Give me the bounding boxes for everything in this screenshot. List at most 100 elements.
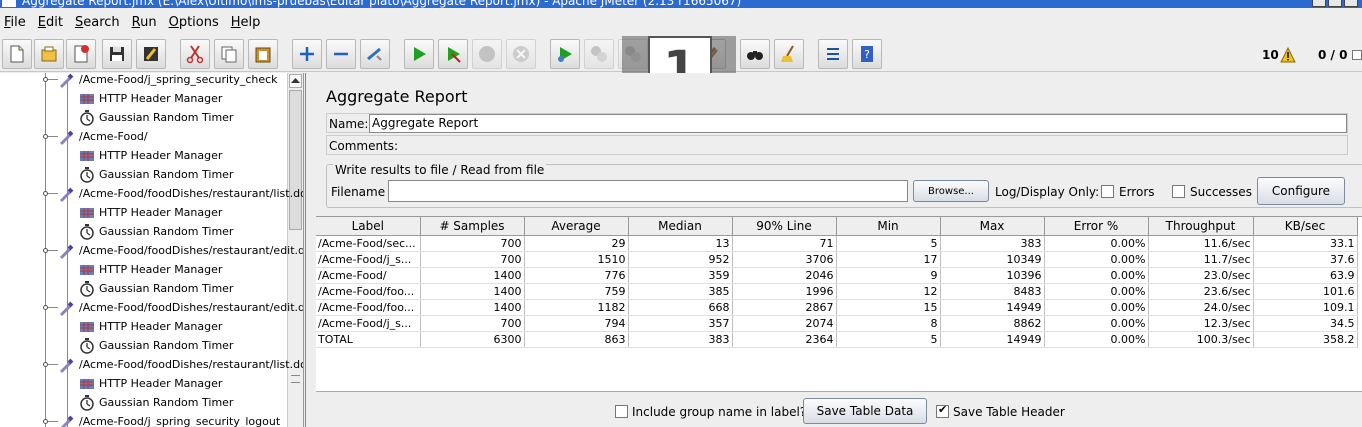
tree-item-timer[interactable]: Gaussian Random Timer <box>78 279 233 298</box>
toggle-button[interactable] <box>360 39 390 69</box>
maximize-button[interactable] <box>1328 0 1342 7</box>
comments-row[interactable]: Comments: <box>326 135 1348 155</box>
include-group-checkbox[interactable] <box>615 405 628 418</box>
shutdown-button[interactable] <box>506 39 536 69</box>
cut-button[interactable] <box>180 39 210 69</box>
expand-all-button[interactable] <box>292 39 322 69</box>
tree-item-label: /Acme-Food/ <box>79 130 148 143</box>
test-plan-tree[interactable]: /Acme-Food/j_spring_security_check HTTP H… <box>0 73 304 427</box>
remote-start-button[interactable] <box>550 39 580 69</box>
remote-stop-button[interactable] <box>584 39 614 69</box>
tree-item-sampler[interactable]: /Acme-Food/ <box>58 127 148 146</box>
tree-item-header-manager[interactable]: HTTP Header Manager <box>78 146 222 165</box>
tree-item-sampler[interactable]: /Acme-Food/foodDishes/restaurant/edit.do <box>58 298 303 317</box>
help-button[interactable]: ? <box>852 39 882 69</box>
scroll-thumb[interactable] <box>289 90 302 230</box>
timer-clock-icon <box>80 109 94 126</box>
menu-edit[interactable]: Edit <box>38 15 63 30</box>
window-title: Aggregate Report.jmx (E:\Alex\Ultimo\lms… <box>22 0 742 8</box>
tree-item-header-manager[interactable]: HTTP Header Manager <box>78 203 222 222</box>
save-table-header-label: Save Table Header <box>953 405 1065 419</box>
tree-item-sampler[interactable]: /Acme-Food/foodDishes/restaurant/edit.do <box>58 241 303 260</box>
header-manager-icon <box>80 264 94 275</box>
column-header[interactable]: Average <box>524 217 629 236</box>
tree-item-timer[interactable]: Gaussian Random Timer <box>78 222 233 241</box>
column-header[interactable]: Max <box>940 217 1045 236</box>
table-cell: 2074 <box>732 315 837 332</box>
minimize-button[interactable] <box>1312 0 1326 7</box>
open-button[interactable] <box>66 39 96 69</box>
tree-item-label: Gaussian Random Timer <box>99 339 234 352</box>
reset-search-button[interactable] <box>774 39 804 69</box>
column-header[interactable]: Label <box>316 217 421 236</box>
column-header[interactable]: 90% Line <box>732 217 837 236</box>
table-cell: 101.6 <box>1253 283 1358 300</box>
browse-button[interactable]: Browse... <box>913 180 989 202</box>
column-header[interactable]: # Samples <box>420 217 525 236</box>
table-row[interactable]: /Acme-Food/j_s... 700 1510 952 3706 17 10349 0.… <box>316 251 1358 268</box>
tree-item-sampler[interactable]: /Acme-Food/j_spring_security_logout <box>58 412 280 427</box>
tree-item-timer[interactable]: Gaussian Random Timer <box>78 108 233 127</box>
new-button[interactable] <box>2 39 32 69</box>
column-header[interactable]: Throughput <box>1148 217 1254 236</box>
column-header[interactable]: Median <box>628 217 733 236</box>
tree-item-sampler[interactable]: /Acme-Food/foodDishes/restaurant/list.do <box>58 355 303 374</box>
menu-file[interactable]: File <box>4 15 26 30</box>
column-header[interactable]: Error % <box>1044 217 1149 236</box>
tree-item-header-manager[interactable]: HTTP Header Manager <box>78 374 222 393</box>
close-window-button[interactable] <box>1344 0 1358 7</box>
header-manager-icon <box>80 150 94 161</box>
column-header[interactable]: KB/sec <box>1253 217 1358 236</box>
tree-item-header-manager[interactable]: HTTP Header Manager <box>78 260 222 279</box>
table-cell: /Acme-Food/foo... <box>316 299 421 316</box>
collapse-all-button[interactable] <box>326 39 356 69</box>
menu-help[interactable]: Help <box>231 15 261 30</box>
function-helper-button[interactable] <box>818 39 848 69</box>
tree-item-sampler[interactable]: /Acme-Food/foodDishes/restaurant/list.do <box>58 184 303 203</box>
tree-item-sampler[interactable]: /Acme-Food/j_spring_security_check <box>58 73 278 89</box>
table-cell: 794 <box>524 315 629 332</box>
tree-item-timer[interactable]: Gaussian Random Timer <box>78 336 233 355</box>
table-row[interactable]: /Acme-Food/1400 776 359 2046 9 10396 0.00% 23.0… <box>316 267 1358 284</box>
file-options-group: Write results to file / Read from file F… <box>326 163 1362 208</box>
paste-button[interactable] <box>248 39 278 69</box>
table-row[interactable]: TOTAL 6300 863 383 2364 5 14949 0.00% 100.3/sec 3… <box>316 331 1358 348</box>
stop-button[interactable] <box>472 39 502 69</box>
save-as-button[interactable] <box>136 39 166 69</box>
table-cell: /Acme-Food/ <box>316 267 421 284</box>
aggregate-report-panel: Aggregate Report Name: Aggregate Report … <box>305 73 1362 427</box>
menu-search[interactable]: Search <box>75 15 120 30</box>
table-row[interactable]: /Acme-Food/foo... 1400 759 385 1996 12 8483 0.0… <box>316 283 1358 300</box>
panel-title: Aggregate Report <box>326 87 468 106</box>
menu-run[interactable]: Run <box>132 15 157 30</box>
search-button[interactable] <box>740 39 770 69</box>
successes-checkbox[interactable] <box>1172 185 1185 198</box>
tree-item-timer[interactable]: Gaussian Random Timer <box>78 165 233 184</box>
table-row[interactable]: /Acme-Food/sec... 700 29 13 71 5 383 0.00% 11.6/… <box>316 235 1358 252</box>
start-no-pauses-button[interactable] <box>438 39 468 69</box>
save-table-data-button[interactable]: Save Table Data <box>803 398 927 424</box>
scroll-up-button[interactable] <box>289 74 302 88</box>
tree-item-header-manager[interactable]: HTTP Header Manager <box>78 89 222 108</box>
table-cell: 1182 <box>524 299 629 316</box>
templates-button[interactable] <box>34 39 64 69</box>
save-button[interactable] <box>102 39 132 69</box>
table-row[interactable]: /Acme-Food/j_s... 700 794 357 2074 8 8862 0.00%… <box>316 315 1358 332</box>
tree-item-timer[interactable]: Gaussian Random Timer <box>78 393 233 412</box>
menu-options[interactable]: Options <box>169 15 219 30</box>
warning-icon[interactable] <box>1280 47 1296 63</box>
tree-connector-line <box>48 364 58 365</box>
table-cell: 3706 <box>732 251 837 268</box>
copy-button[interactable] <box>214 39 244 69</box>
filename-input[interactable] <box>388 180 908 202</box>
name-input[interactable]: Aggregate Report <box>369 114 1347 133</box>
save-table-header-checkbox[interactable] <box>936 403 949 418</box>
tree-item-header-manager[interactable]: HTTP Header Manager <box>78 317 222 336</box>
errors-checkbox[interactable] <box>1101 185 1114 198</box>
start-button[interactable] <box>404 39 434 69</box>
configure-button[interactable]: Configure <box>1257 177 1345 205</box>
table-row[interactable]: /Acme-Food/foo... 1400 1182 668 2867 15 14949 0… <box>316 299 1358 316</box>
table-cell: 0.00% <box>1044 235 1149 252</box>
scissors-icon <box>186 45 204 64</box>
column-header[interactable]: Min <box>836 217 941 236</box>
